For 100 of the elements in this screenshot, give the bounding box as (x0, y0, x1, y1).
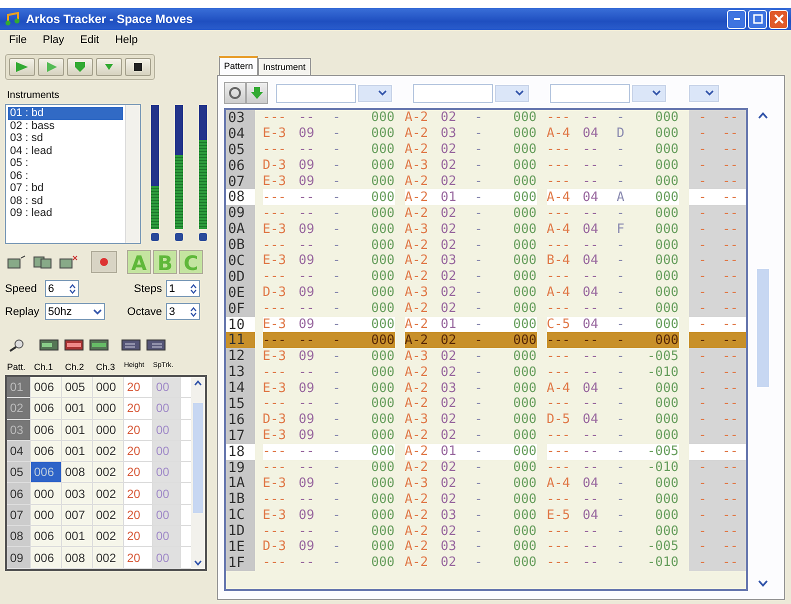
volume-value[interactable]: 000 (498, 269, 537, 284)
effect-text[interactable]: - (332, 476, 357, 491)
effect-text[interactable]: - (474, 206, 499, 221)
track-cell[interactable]: 000 (93, 398, 124, 419)
volume-value[interactable]: 000 (356, 317, 395, 332)
track-cell[interactable]: 001 (62, 440, 93, 462)
instrument-number[interactable]: 02 (440, 460, 475, 476)
volume-value[interactable]: 000 (356, 539, 395, 554)
effect-text[interactable]: - (616, 396, 641, 412)
note-text[interactable]: A-2 (404, 126, 441, 142)
dropdown[interactable] (632, 84, 666, 102)
effect-text[interactable]: - (474, 238, 499, 253)
note-text[interactable]: --- (262, 206, 299, 221)
instrument-number[interactable]: 02 (440, 158, 475, 174)
effect-text[interactable]: - (332, 396, 357, 412)
volume-value[interactable]: 000 (498, 332, 537, 348)
track-cell[interactable]: 001 (62, 526, 93, 546)
volume-value[interactable]: 000 (356, 476, 395, 491)
instrument-number[interactable]: 03 (440, 126, 475, 142)
volume-value[interactable]: 000 (640, 158, 679, 174)
dropdown[interactable] (358, 84, 392, 102)
note-text[interactable]: --- (546, 524, 583, 539)
note-text[interactable]: --- (546, 348, 583, 364)
volume-value[interactable]: 000 (356, 444, 395, 460)
instrument-number[interactable]: -- (298, 524, 333, 539)
instrument-number[interactable]: 04 (582, 476, 617, 491)
effect-text[interactable]: - (474, 380, 499, 396)
volume-value[interactable]: 000 (640, 332, 679, 348)
special-track-text[interactable]: -- (722, 285, 738, 300)
volume-value[interactable]: 000 (498, 476, 537, 491)
instrument-number[interactable]: 09 (298, 317, 333, 332)
instrument-number[interactable]: -- (298, 332, 333, 348)
effect-text[interactable]: - (616, 428, 641, 444)
special-track-text[interactable]: -- (722, 126, 738, 142)
effect-text[interactable]: - (474, 285, 499, 300)
special-track-text[interactable]: -- (722, 396, 738, 412)
special-track-text[interactable]: -- (722, 301, 738, 316)
instrument-number[interactable]: -- (582, 444, 617, 460)
volume-value[interactable]: 000 (498, 412, 537, 428)
instrument-number[interactable]: -- (582, 524, 617, 539)
note-text[interactable]: E-3 (262, 222, 299, 237)
effect-text[interactable]: - (474, 492, 499, 507)
special-track-text[interactable]: - (698, 364, 706, 380)
effect-text[interactable]: - (474, 444, 499, 460)
effect-text[interactable]: - (616, 380, 641, 396)
effect-text[interactable]: - (616, 317, 641, 332)
special-track-text[interactable]: - (698, 190, 706, 205)
volume-value[interactable]: 000 (356, 253, 395, 268)
special-track-text[interactable]: - (698, 269, 706, 284)
special-track-cell[interactable]: 00 (153, 398, 181, 419)
special-track-text[interactable]: -- (722, 555, 738, 570)
effect-text[interactable]: - (616, 158, 641, 174)
effect-text[interactable]: - (474, 142, 499, 158)
effect-text[interactable]: - (474, 539, 499, 554)
note-text[interactable]: --- (546, 142, 583, 158)
instrument-number[interactable]: 02 (440, 555, 475, 570)
volume-value[interactable]: 000 (356, 158, 395, 174)
volume-value[interactable]: 000 (356, 428, 395, 444)
note-text[interactable]: A-4 (546, 476, 583, 491)
special-track-text[interactable]: -- (722, 380, 738, 396)
instrument-number[interactable]: -- (298, 460, 333, 476)
note-text[interactable]: --- (546, 238, 583, 253)
special-track-text[interactable]: -- (722, 110, 738, 126)
special-track-cell[interactable]: 00 (153, 377, 181, 398)
note-text[interactable]: A-2 (404, 396, 441, 412)
volume-value[interactable]: 000 (498, 301, 537, 316)
volume-value[interactable]: 000 (356, 380, 395, 396)
effect-text[interactable]: - (332, 206, 357, 221)
effect-text[interactable]: - (474, 158, 499, 174)
effect-text[interactable]: - (474, 508, 499, 523)
volume-value[interactable]: 000 (498, 508, 537, 523)
instrument-number[interactable]: 09 (298, 428, 333, 444)
effect-text[interactable]: - (474, 348, 499, 364)
volume-value[interactable]: 000 (640, 269, 679, 284)
note-text[interactable]: E-3 (262, 476, 299, 491)
instrument-number[interactable]: -- (298, 110, 333, 126)
special-track-text[interactable]: -- (722, 508, 738, 523)
instrument-number[interactable]: -- (298, 190, 333, 205)
note-text[interactable]: C-5 (546, 317, 583, 332)
volume-value[interactable]: 000 (498, 539, 537, 554)
special-track-text[interactable]: -- (722, 492, 738, 507)
effect-text[interactable]: - (616, 206, 641, 221)
volume-value[interactable]: 000 (356, 206, 395, 221)
instrument-number[interactable]: 09 (298, 174, 333, 189)
note-text[interactable]: --- (262, 444, 299, 460)
position-cell[interactable]: 01 (7, 377, 31, 398)
instrument-number[interactable]: 02 (440, 492, 475, 507)
tab[interactable]: Instrument (258, 58, 311, 75)
note-text[interactable]: --- (262, 492, 299, 507)
note-text[interactable]: --- (546, 364, 583, 380)
instrument-number[interactable]: -- (582, 348, 617, 364)
instrument-number[interactable]: 04 (582, 412, 617, 428)
effect-text[interactable]: - (616, 174, 641, 189)
instrument-number[interactable]: 09 (298, 285, 333, 300)
instrument-number[interactable]: -- (298, 492, 333, 507)
instrument-item[interactable]: 04 : lead (8, 144, 123, 157)
volume-value[interactable]: 000 (640, 285, 679, 300)
track-name-field[interactable] (413, 84, 493, 102)
instrument-number[interactable]: -- (582, 539, 617, 554)
track-cell[interactable]: 006 (31, 547, 62, 568)
